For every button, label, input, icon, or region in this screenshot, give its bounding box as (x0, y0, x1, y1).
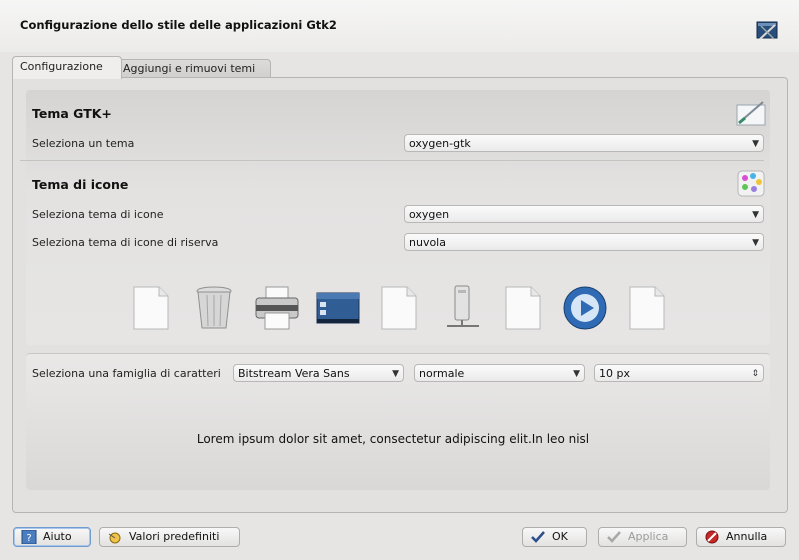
gtk-theme-combo[interactable]: oxygen-gtk ▼ (404, 134, 764, 152)
blank-document-icon (133, 286, 169, 330)
icon-theme-combo[interactable]: oxygen ▼ (404, 205, 764, 223)
tab-aggiungi-rimuovi-temi[interactable]: Aggiungi e rimuovi temi (115, 59, 271, 78)
help-icon: ? (21, 530, 37, 544)
help-button[interactable]: ? Aiuto (13, 527, 91, 547)
fallback-icon-theme-label: Seleziona tema di icone di riserva (32, 236, 219, 249)
restore-defaults-icon (108, 532, 121, 544)
cancel-button[interactable]: Annulla (696, 527, 786, 547)
font-family-label: Seleziona una famiglia di caratteri (32, 367, 221, 380)
cancel-icon (705, 530, 719, 544)
palette-icon (737, 170, 765, 197)
dialog-header: Configurazione dello stile delle applica… (0, 0, 799, 52)
tab-configurazione[interactable]: Configurazione (12, 56, 122, 79)
server-icon (447, 285, 479, 327)
blank-document-icon (381, 286, 417, 330)
paint-brush-icon (736, 101, 766, 126)
font-family-combo[interactable]: Bitstream Vera Sans ▼ (233, 364, 404, 382)
blank-document-icon (629, 286, 665, 330)
apply-button[interactable]: Applica (598, 527, 687, 547)
icon-theme-label: Seleziona tema di icone (32, 208, 164, 221)
gtk-config-icon (756, 21, 778, 40)
svg-text:?: ? (26, 533, 31, 544)
font-preview-text: Lorem ipsum dolor sit amet, consectetur … (196, 432, 590, 446)
ok-button[interactable]: OK (522, 527, 587, 547)
fallback-icon-theme-combo[interactable]: nuvola ▼ (404, 233, 764, 251)
trash-can-icon (196, 286, 232, 329)
desktop-icon (316, 292, 360, 324)
defaults-button[interactable]: Valori predefiniti (99, 527, 240, 547)
chevron-down-icon: ▼ (752, 139, 759, 149)
checkmark-icon (531, 531, 545, 543)
printer-icon (255, 286, 299, 330)
media-player-icon (563, 286, 607, 330)
chevron-down-icon: ▼ (573, 369, 580, 379)
font-size-spinbox[interactable]: 10 px ⇕ (594, 364, 764, 382)
font-style-combo[interactable]: normale ▼ (414, 364, 585, 382)
blank-document-icon (505, 286, 541, 330)
chevron-down-icon: ▼ (752, 210, 759, 220)
dialog-title: Configurazione dello stile delle applica… (20, 18, 337, 32)
chevron-down-icon: ▼ (752, 238, 759, 248)
gtk-theme-label: Seleziona un tema (32, 137, 135, 150)
icon-theme-title: Tema di icone (32, 177, 129, 192)
section-separator (20, 160, 764, 161)
checkmark-icon (607, 531, 621, 543)
gtk-theme-title: Tema GTK+ (32, 106, 112, 121)
spin-arrows-icon[interactable]: ⇕ (751, 365, 759, 383)
chevron-down-icon: ▼ (392, 369, 399, 379)
